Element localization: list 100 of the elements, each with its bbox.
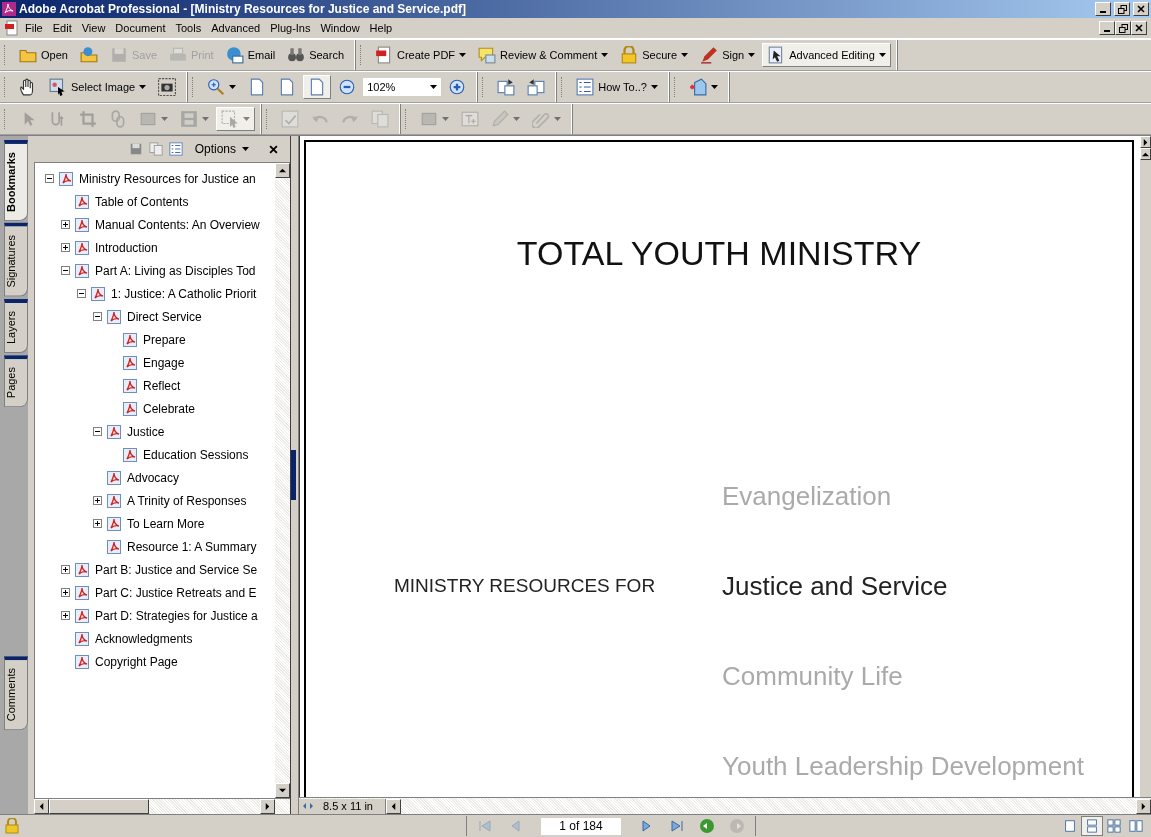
bookmark-item[interactable]: Reflect [140, 378, 181, 393]
bookmark-item[interactable]: Justice [124, 424, 165, 439]
caret-icon [681, 53, 689, 57]
expand-icon[interactable] [61, 220, 70, 229]
panel-tab[interactable]: Signatures [4, 222, 28, 297]
film-strip-icon [180, 110, 198, 128]
left-arrow-icon [38, 803, 45, 810]
menu-item[interactable]: Help [364, 22, 398, 34]
expand-icon[interactable] [61, 243, 70, 252]
rotate-pages-icon [497, 78, 516, 96]
bookmark-item[interactable]: 1: Justice: A Catholic Priorit [108, 286, 257, 301]
expand-icon[interactable] [93, 519, 102, 528]
panel-tab[interactable]: Bookmarks [4, 140, 28, 221]
pdf-bookmark-icon [74, 607, 90, 624]
pdf-bookmark-icon [122, 331, 138, 348]
expand-icon[interactable] [61, 588, 70, 597]
collapse-icon[interactable] [77, 289, 86, 298]
first-page-icon [477, 818, 493, 834]
close-icon [1135, 24, 1143, 32]
toolbar-button[interactable]: Select Image [44, 75, 152, 99]
menu-item[interactable]: Document [110, 22, 171, 34]
caret-icon [229, 85, 237, 89]
toolbar-button[interactable]: How To..? [571, 75, 663, 99]
zoom-field[interactable]: 102% [363, 78, 442, 96]
two-page-icon [1129, 819, 1143, 833]
bookmark-item[interactable]: Part D: Strategies for Justice a [92, 608, 258, 623]
continuous-pages-button[interactable] [1081, 816, 1103, 836]
bookmark-item[interactable]: Advocacy [124, 470, 180, 485]
bookmark-item[interactable]: A Trinity of Responses [124, 493, 247, 508]
bookmark-item[interactable]: Prepare [140, 332, 186, 347]
bookmark-item[interactable]: Ministry Resources for Justice an [76, 171, 256, 186]
page-button[interactable] [303, 75, 332, 99]
expand-icon[interactable] [93, 496, 102, 505]
collapse-icon[interactable] [93, 312, 102, 321]
toolbar-button[interactable]: Secure [615, 43, 694, 67]
toolbar-button[interactable]: Search [282, 43, 349, 67]
menu-item[interactable]: Plug-Ins [265, 22, 316, 34]
expand-icon[interactable] [61, 565, 70, 574]
pencil-icon [491, 110, 509, 128]
bookmark-item[interactable]: Acknowledgments [92, 631, 193, 646]
menu-item[interactable]: File [20, 22, 48, 34]
panel-tab[interactable]: Layers [4, 298, 28, 353]
collapse-icon[interactable] [45, 174, 54, 183]
bookmark-item[interactable]: Part A: Living as Disciples Tod [92, 263, 256, 278]
back-arrow-circle-icon [699, 818, 715, 834]
crop-icon [79, 110, 97, 128]
scroll-right-button[interactable] [1136, 798, 1151, 814]
bookmark-item[interactable]: Resource 1: A Summary [124, 539, 257, 554]
toolbar-button[interactable]: Open [14, 43, 73, 67]
down-arrow-icon [279, 787, 286, 794]
minimize-button[interactable] [1099, 21, 1115, 35]
panel-tab[interactable]: Comments [4, 655, 28, 730]
pdf-bookmark-icon [74, 584, 90, 601]
paperclip-icon [532, 110, 550, 128]
bookmark-item[interactable]: Manual Contents: An Overview [92, 217, 260, 232]
toolbar-button[interactable]: Sign [695, 43, 761, 67]
tag-icon [688, 78, 707, 96]
rectangle-icon [139, 110, 157, 128]
pdf-bookmark-icon [122, 377, 138, 394]
menu-item[interactable]: View [76, 22, 111, 34]
page-number-field[interactable]: 1 of 184 [541, 817, 621, 835]
bookmark-item[interactable]: Part C: Justice Retreats and E [92, 585, 257, 600]
bookmark-item[interactable]: Direct Service [124, 309, 202, 324]
page-size: 8.5 x 11 in [323, 800, 373, 812]
bookmark-item[interactable]: Engage [140, 355, 185, 370]
pen-icon [700, 46, 719, 64]
bookmark-item[interactable]: Celebrate [140, 401, 196, 416]
document-subtitle: MINISTRY RESOURCES FOR [394, 575, 656, 597]
scrollbar[interactable] [275, 163, 290, 798]
bookmark-item[interactable]: Part B: Justice and Service Se [92, 562, 258, 577]
toolbar-button[interactable]: Advanced Editing [762, 43, 891, 67]
options-menu-button[interactable]: Options [188, 142, 255, 156]
bookmark-item[interactable]: Education Sessions [140, 447, 249, 462]
menu-item[interactable]: Tools [170, 22, 207, 34]
collapse-icon[interactable] [61, 266, 70, 275]
restore-button[interactable] [1115, 21, 1131, 35]
rotate-pages-icon [527, 78, 546, 96]
toolbar-button[interactable]: Email [220, 43, 281, 67]
scrollbar[interactable] [34, 799, 290, 814]
topic-title: Community Life [722, 660, 903, 692]
bookmark-item[interactable]: Copyright Page [92, 654, 178, 669]
menu-item[interactable]: Edit [47, 22, 77, 34]
close-button[interactable] [1131, 21, 1147, 35]
restore-button[interactable] [1114, 2, 1130, 16]
collapse-icon[interactable] [93, 427, 102, 436]
minimize-button[interactable] [1095, 2, 1111, 16]
bookmark-item[interactable]: Table of Contents [92, 194, 189, 209]
toolbar-button[interactable]: Review & Comment [473, 43, 614, 67]
pdf-bookmark-icon [74, 561, 90, 578]
expand-icon[interactable] [61, 611, 70, 620]
toolbar-button[interactable]: Create PDF [370, 43, 472, 67]
close-button[interactable] [1133, 2, 1149, 16]
document-heading: TOTAL YOUTH MINISTRY [516, 234, 922, 273]
bookmark-item[interactable]: Introduction [92, 240, 158, 255]
pdf-document-icon [4, 20, 20, 36]
splitter-grip[interactable] [291, 450, 296, 500]
bookmark-item[interactable]: To Learn More [124, 516, 205, 531]
panel-tab[interactable]: Pages [4, 354, 28, 407]
menu-item[interactable]: Window [315, 22, 365, 34]
menu-item[interactable]: Advanced [206, 22, 266, 34]
